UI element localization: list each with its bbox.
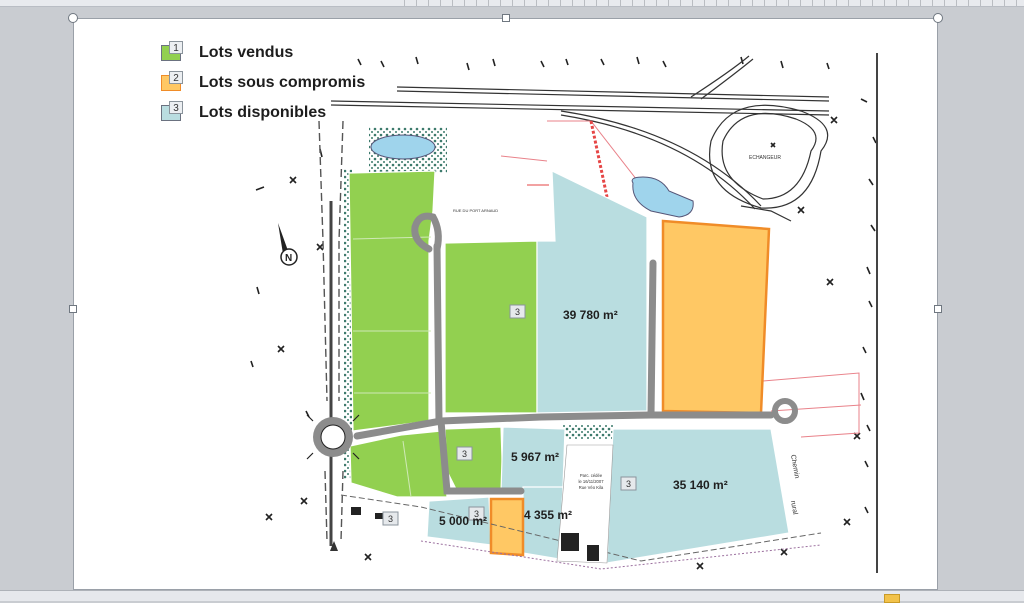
resize-handle-right[interactable]: [934, 305, 942, 313]
svg-text:Parc. cédée: Parc. cédée: [580, 473, 603, 478]
svg-text:rural: rural: [789, 500, 798, 515]
resize-handle-top-left[interactable]: [68, 13, 78, 23]
area-label-4355: 4 355 m²: [524, 508, 572, 522]
legend-label-compromise: Lots sous compromis: [199, 74, 366, 91]
area-label-5000: 5 000 m²: [439, 514, 487, 528]
interchange-label: ECHANGEUR: [749, 155, 781, 161]
existing-parcel-label: Parc. cédée le 16/11/2007 Rue Véo Kila: [578, 473, 604, 490]
area-label-35140: 35 140 m²: [673, 478, 728, 492]
lot-tag: 3: [509, 304, 526, 319]
legend-label-sold: Lots vendus: [199, 44, 294, 61]
status-bar: [0, 590, 1024, 603]
legend-number: 3: [169, 101, 183, 114]
svg-text:Rue Véo Kila: Rue Véo Kila: [579, 485, 604, 490]
legend-number: 2: [169, 71, 183, 84]
lot-tag: 3: [620, 476, 637, 491]
area-label-39780: 39 780 m²: [563, 308, 618, 322]
red-boundary: [589, 120, 609, 198]
rural-road-label: Chemin rural: [789, 454, 800, 515]
slide-canvas[interactable]: ECHANGEUR N Parc. cédée le 16/11/2007 Ru…: [73, 18, 938, 590]
svg-text:3: 3: [388, 514, 393, 524]
north-arrow-icon: N: [278, 223, 298, 266]
lot-tag: 3: [382, 511, 399, 526]
status-bar-swatch: [884, 594, 900, 603]
svg-text:3: 3: [626, 479, 631, 489]
ruler-ticks: [404, 0, 1024, 6]
area-label-5967: 5 967 m²: [511, 450, 559, 464]
svg-text:le 16/11/2007: le 16/11/2007: [578, 479, 604, 484]
legend-number: 1: [169, 41, 183, 54]
lot-tag: 3: [456, 446, 473, 461]
water-basin: [370, 134, 436, 160]
resize-handle-left[interactable]: [69, 305, 77, 313]
svg-text:Chemin: Chemin: [789, 454, 800, 479]
compromise-lot-large: [661, 219, 771, 415]
tree-strip-2: [563, 425, 613, 439]
road-name-label: RUE DU PORT ARNAUD: [453, 208, 498, 213]
svg-text:3: 3: [515, 307, 520, 317]
cul-de-sacs: [772, 398, 798, 424]
water-basin-2: [631, 176, 694, 218]
svg-text:3: 3: [462, 449, 467, 459]
compromise-lot-small: [489, 497, 525, 557]
ruler-bar: [0, 0, 1024, 7]
legend-label-available: Lots disponibles: [199, 104, 327, 121]
svg-text:N: N: [285, 253, 292, 264]
resize-handle-top-right[interactable]: [933, 13, 943, 23]
resize-handle-top[interactable]: [502, 14, 510, 22]
